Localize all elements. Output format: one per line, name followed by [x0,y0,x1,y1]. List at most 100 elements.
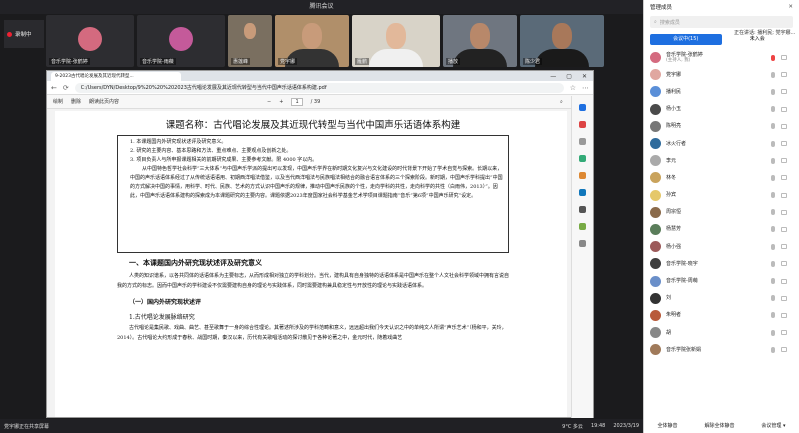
refresh-icon[interactable]: ⟳ [63,84,69,92]
bing-icon[interactable] [579,104,586,111]
read-aloud-button[interactable]: 朗读此页内容 [89,98,119,105]
camera-icon[interactable] [781,158,787,164]
list-item[interactable]: 音乐学院-晓宇 [650,255,793,272]
list-item[interactable]: 林冬 [650,169,793,186]
camera-icon[interactable] [781,278,787,284]
mic-icon[interactable] [771,54,775,61]
list-item[interactable]: 冰火行者 [650,135,793,152]
shopping-icon[interactable] [579,121,586,128]
close-icon[interactable]: ✕ [788,4,793,10]
participant-tile[interactable]: 雁鹏 [352,15,440,67]
outlook-icon[interactable] [579,189,586,196]
drop-icon[interactable] [579,206,586,213]
avatar [650,138,661,150]
browser-tab[interactable]: 9-2023古代唱论发展及其近现代转型... [51,71,181,81]
window-controls: — ▢ ✕ [550,73,593,80]
minimize-icon[interactable]: — [550,73,556,80]
list-item[interactable]: 音乐学院-张鹤婷 (主持人, 我) [650,49,793,66]
camera-icon[interactable] [781,312,787,318]
mic-icon[interactable] [771,106,775,113]
list-item[interactable]: 音乐学院张新娟 [650,341,793,358]
list-item[interactable]: 陈明亮 [650,118,793,135]
video-face [244,23,256,39]
member-name: 播利民 [666,88,682,95]
list-item[interactable]: 周宗恒 [650,204,793,221]
office-icon[interactable] [579,172,586,179]
weather-label[interactable]: 9°C 多云 [562,423,583,430]
mic-icon[interactable] [771,123,775,130]
tools-icon[interactable] [579,138,586,145]
close-icon[interactable]: ✕ [582,73,587,80]
search-icon[interactable]: ⌕ [560,99,563,105]
participant-tile[interactable]: 音乐学院-雨薇 [137,15,225,67]
camera-icon[interactable] [781,123,787,129]
camera-icon[interactable] [781,244,787,250]
camera-icon[interactable] [781,330,787,336]
mic-icon[interactable] [771,346,775,353]
camera-icon[interactable] [781,347,787,353]
list-item[interactable]: 杨小玉 [650,101,793,118]
participant-tile[interactable]: 陈少君 [520,15,604,67]
erase-button[interactable]: 删除 [71,98,81,105]
tree-icon[interactable] [579,223,586,230]
menu-icon[interactable]: ⋯ [582,84,589,92]
url-field[interactable]: C:/Users/DYN/Desktop/9%20%20%202023古代唱论发… [74,82,564,93]
recording-indicator[interactable]: 录制中 [4,20,44,48]
camera-icon[interactable] [781,226,787,232]
camera-icon[interactable] [781,295,787,301]
camera-icon[interactable] [781,141,787,147]
mic-icon[interactable] [771,140,775,147]
share-status: 党宇娜正在共享屏幕 [4,423,50,430]
list-item[interactable]: 杨慧芳 [650,221,793,238]
list-item[interactable]: 音乐学院-周萌 [650,272,793,289]
draw-button[interactable]: 绘制 [53,98,63,105]
camera-icon[interactable] [781,106,787,112]
list-item[interactable]: 李元 [650,152,793,169]
zoom-out-button[interactable]: − [267,99,271,105]
list-item[interactable]: 杨小强 [650,238,793,255]
participant-tile[interactable]: 音乐学院-张鹤婷 [46,15,134,67]
participant-tile[interactable]: 播放 [443,15,517,67]
mic-icon[interactable] [771,243,775,250]
games-icon[interactable] [579,155,586,162]
mic-icon[interactable] [771,88,775,95]
back-icon[interactable]: ← [51,84,57,92]
participant-tile[interactable]: 惠莲峰 [228,15,272,67]
camera-icon[interactable] [781,209,787,215]
maximize-icon[interactable]: ▢ [566,73,572,80]
camera-icon[interactable] [781,72,787,78]
list-item[interactable]: 党宇娜 [650,66,793,83]
mic-icon[interactable] [771,192,775,199]
list-item[interactable]: 刘 [650,290,793,307]
mic-icon[interactable] [771,278,775,285]
list-item[interactable]: 播利民 [650,83,793,100]
list-item[interactable]: 孙宾 [650,187,793,204]
camera-icon[interactable] [781,55,787,61]
meeting-manage-button[interactable]: 会议管理 ▾ [761,422,785,429]
camera-icon[interactable] [781,89,787,95]
mic-icon[interactable] [771,295,775,302]
mic-icon[interactable] [771,174,775,181]
mute-all-button[interactable]: 全体静音 [657,422,677,429]
mic-icon[interactable] [771,329,775,336]
unmute-all-button[interactable]: 解除全体静音 [704,422,734,429]
participant-tile[interactable]: 党宇娜 [275,15,349,67]
mic-icon[interactable] [771,226,775,233]
mic-icon[interactable] [771,209,775,216]
list-item[interactable]: 朱明者 [650,307,793,324]
mic-icon[interactable] [771,71,775,78]
member-search-input[interactable]: ⌕ 搜索成员 [650,16,793,28]
camera-icon[interactable] [781,261,787,267]
add-icon[interactable] [579,240,586,247]
body-paragraph: 古代唱论是集民歌、戏曲、曲艺、甚至歌舞于一身的综合性理论。其著述所涉及的学科范畴… [117,325,507,341]
mic-icon[interactable] [771,312,775,319]
list-item[interactable]: 胡 [650,324,793,341]
star-icon[interactable]: ☆ [570,84,576,92]
mic-icon[interactable] [771,157,775,164]
camera-icon[interactable] [781,175,787,181]
page-number-input[interactable]: 1 [291,97,303,106]
tab-in-meeting[interactable]: 会议中(15) [650,34,722,45]
zoom-in-button[interactable]: + [279,99,283,105]
mic-icon[interactable] [771,260,775,267]
camera-icon[interactable] [781,192,787,198]
